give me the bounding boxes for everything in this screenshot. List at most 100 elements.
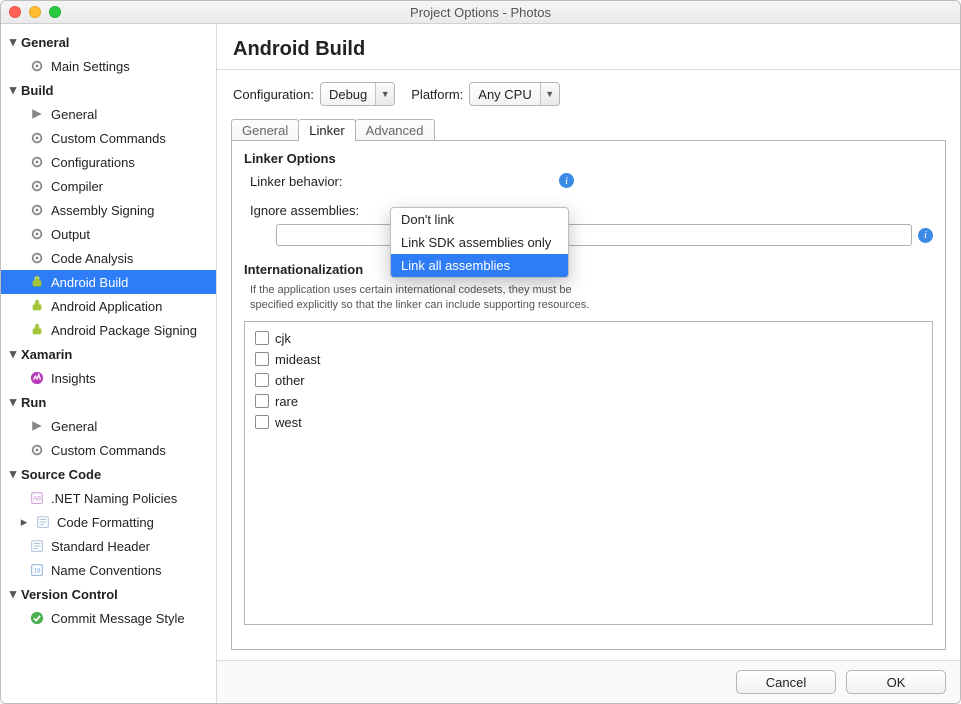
dropdown-option-link-sdk[interactable]: Link SDK assemblies only <box>391 231 568 254</box>
sidebar-group-xamarin[interactable]: ▾ Xamarin <box>1 342 216 366</box>
document-ab-icon: AB <box>29 490 45 506</box>
sidebar-item-compiler[interactable]: Compiler <box>1 174 216 198</box>
chevron-down-icon: ▼ <box>540 83 559 105</box>
sidebar-item-label: General <box>51 107 97 122</box>
ignore-assemblies-input[interactable] <box>276 224 912 246</box>
play-icon <box>29 418 45 434</box>
gear-icon <box>29 202 45 218</box>
intl-option-label: west <box>275 415 302 430</box>
sidebar-item-label: Android Build <box>51 275 128 290</box>
ignore-assemblies-label: Ignore assemblies: <box>250 201 365 218</box>
platform-select[interactable]: Any CPU ▼ <box>469 82 559 106</box>
checkbox-icon[interactable] <box>255 373 269 387</box>
sidebar-item-android-build[interactable]: Android Build <box>1 270 216 294</box>
tab-advanced[interactable]: Advanced <box>355 119 435 141</box>
sidebar-item-label: Compiler <box>51 179 103 194</box>
sidebar-group-version-control[interactable]: ▾ Version Control <box>1 582 216 606</box>
configuration-select[interactable]: Debug ▼ <box>320 82 395 106</box>
sidebar-item-assembly-signing[interactable]: Assembly Signing <box>1 198 216 222</box>
intl-option-cjk[interactable]: cjk <box>251 328 926 349</box>
tab-panel-linker: Linker Options Linker behavior: i Ignore… <box>231 140 946 650</box>
sidebar-item-output[interactable]: Output <box>1 222 216 246</box>
intl-note-line1: If the application uses certain internat… <box>250 284 572 296</box>
gear-icon <box>29 226 45 242</box>
android-icon <box>29 274 45 290</box>
sidebar: ▾ General Main Settings ▾ Build General <box>1 24 217 703</box>
sidebar-item-android-package-signing[interactable]: Android Package Signing <box>1 318 216 342</box>
gear-icon <box>29 442 45 458</box>
intl-option-label: cjk <box>275 331 291 346</box>
minimize-icon[interactable] <box>29 6 41 18</box>
android-icon <box>29 322 45 338</box>
info-icon[interactable]: i <box>559 173 574 188</box>
linker-behavior-label: Linker behavior: <box>250 172 365 189</box>
sidebar-group-general[interactable]: ▾ General <box>1 30 216 54</box>
sidebar-item-label: Android Application <box>51 299 162 314</box>
ok-button[interactable]: OK <box>846 670 946 694</box>
sidebar-item-configurations[interactable]: Configurations <box>1 150 216 174</box>
chevron-down-icon: ▾ <box>7 346 19 362</box>
sidebar-item-label: General <box>51 419 97 434</box>
intl-option-label: mideast <box>275 352 321 367</box>
internationalization-list: cjk mideast other rare <box>244 321 933 625</box>
checkbox-icon[interactable] <box>255 394 269 408</box>
sidebar-item-run-custom-commands[interactable]: Custom Commands <box>1 438 216 462</box>
zoom-icon[interactable] <box>49 6 61 18</box>
sidebar-item-code-formatting[interactable]: ▸ Code Formatting <box>1 510 216 534</box>
sidebar-item-name-conventions[interactable]: 18 Name Conventions <box>1 558 216 582</box>
sidebar-group-label: Xamarin <box>21 347 72 362</box>
sidebar-group-label: Version Control <box>21 587 118 602</box>
titlebar: Project Options - Photos <box>1 1 960 24</box>
chevron-down-icon: ▾ <box>7 466 19 482</box>
config-row: Configuration: Debug ▼ Platform: Any CPU… <box>217 80 960 118</box>
info-icon[interactable]: i <box>918 228 933 243</box>
sidebar-item-build-general[interactable]: General <box>1 102 216 126</box>
play-icon <box>29 106 45 122</box>
intl-option-label: other <box>275 373 305 388</box>
insights-icon <box>29 370 45 386</box>
tab-general[interactable]: General <box>231 119 299 141</box>
sidebar-item-naming-policies[interactable]: AB .NET Naming Policies <box>1 486 216 510</box>
checkbox-icon[interactable] <box>255 352 269 366</box>
sidebar-item-commit-msg-style[interactable]: Commit Message Style <box>1 606 216 630</box>
checkbox-icon[interactable] <box>255 331 269 345</box>
sidebar-item-android-application[interactable]: Android Application <box>1 294 216 318</box>
linker-behavior-row: Linker behavior: i <box>250 172 933 189</box>
chevron-down-icon: ▾ <box>7 82 19 98</box>
checkbox-icon[interactable] <box>255 415 269 429</box>
android-icon <box>29 298 45 314</box>
dialog-footer: Cancel OK <box>217 660 960 703</box>
intl-option-west[interactable]: west <box>251 412 926 433</box>
intl-option-other[interactable]: other <box>251 370 926 391</box>
dropdown-option-link-all[interactable]: Link all assemblies <box>391 254 568 277</box>
tab-linker[interactable]: Linker <box>298 119 355 141</box>
gear-icon <box>29 58 45 74</box>
document-18-icon: 18 <box>29 562 45 578</box>
sidebar-group-source-code[interactable]: ▾ Source Code <box>1 462 216 486</box>
sidebar-item-run-general[interactable]: General <box>1 414 216 438</box>
ignore-assemblies-row: Ignore assemblies: <box>250 201 933 218</box>
document-lines-icon <box>35 514 51 530</box>
intl-option-mideast[interactable]: mideast <box>251 349 926 370</box>
cancel-button[interactable]: Cancel <box>736 670 836 694</box>
linker-options-title: Linker Options <box>244 151 933 166</box>
sidebar-group-label: Source Code <box>21 467 101 482</box>
dropdown-option-dont-link[interactable]: Don't link <box>391 208 568 231</box>
window-body: ▾ General Main Settings ▾ Build General <box>1 24 960 703</box>
sidebar-group-run[interactable]: ▾ Run <box>1 390 216 414</box>
sidebar-group-build[interactable]: ▾ Build <box>1 78 216 102</box>
linker-behavior-dropdown[interactable]: Don't link Link SDK assemblies only Link… <box>390 207 569 278</box>
sidebar-item-custom-commands[interactable]: Custom Commands <box>1 126 216 150</box>
intl-option-label: rare <box>275 394 298 409</box>
sidebar-item-main-settings[interactable]: Main Settings <box>1 54 216 78</box>
internationalization-title: Internationalization <box>244 262 933 277</box>
page-title: Android Build <box>217 24 960 69</box>
close-icon[interactable] <box>9 6 21 18</box>
sidebar-group-label: Run <box>21 395 46 410</box>
sidebar-item-insights[interactable]: Insights <box>1 366 216 390</box>
sidebar-item-code-analysis[interactable]: Code Analysis <box>1 246 216 270</box>
sidebar-item-standard-header[interactable]: Standard Header <box>1 534 216 558</box>
ignore-assemblies-input-row: i <box>276 224 933 246</box>
check-circle-icon <box>29 610 45 626</box>
intl-option-rare[interactable]: rare <box>251 391 926 412</box>
